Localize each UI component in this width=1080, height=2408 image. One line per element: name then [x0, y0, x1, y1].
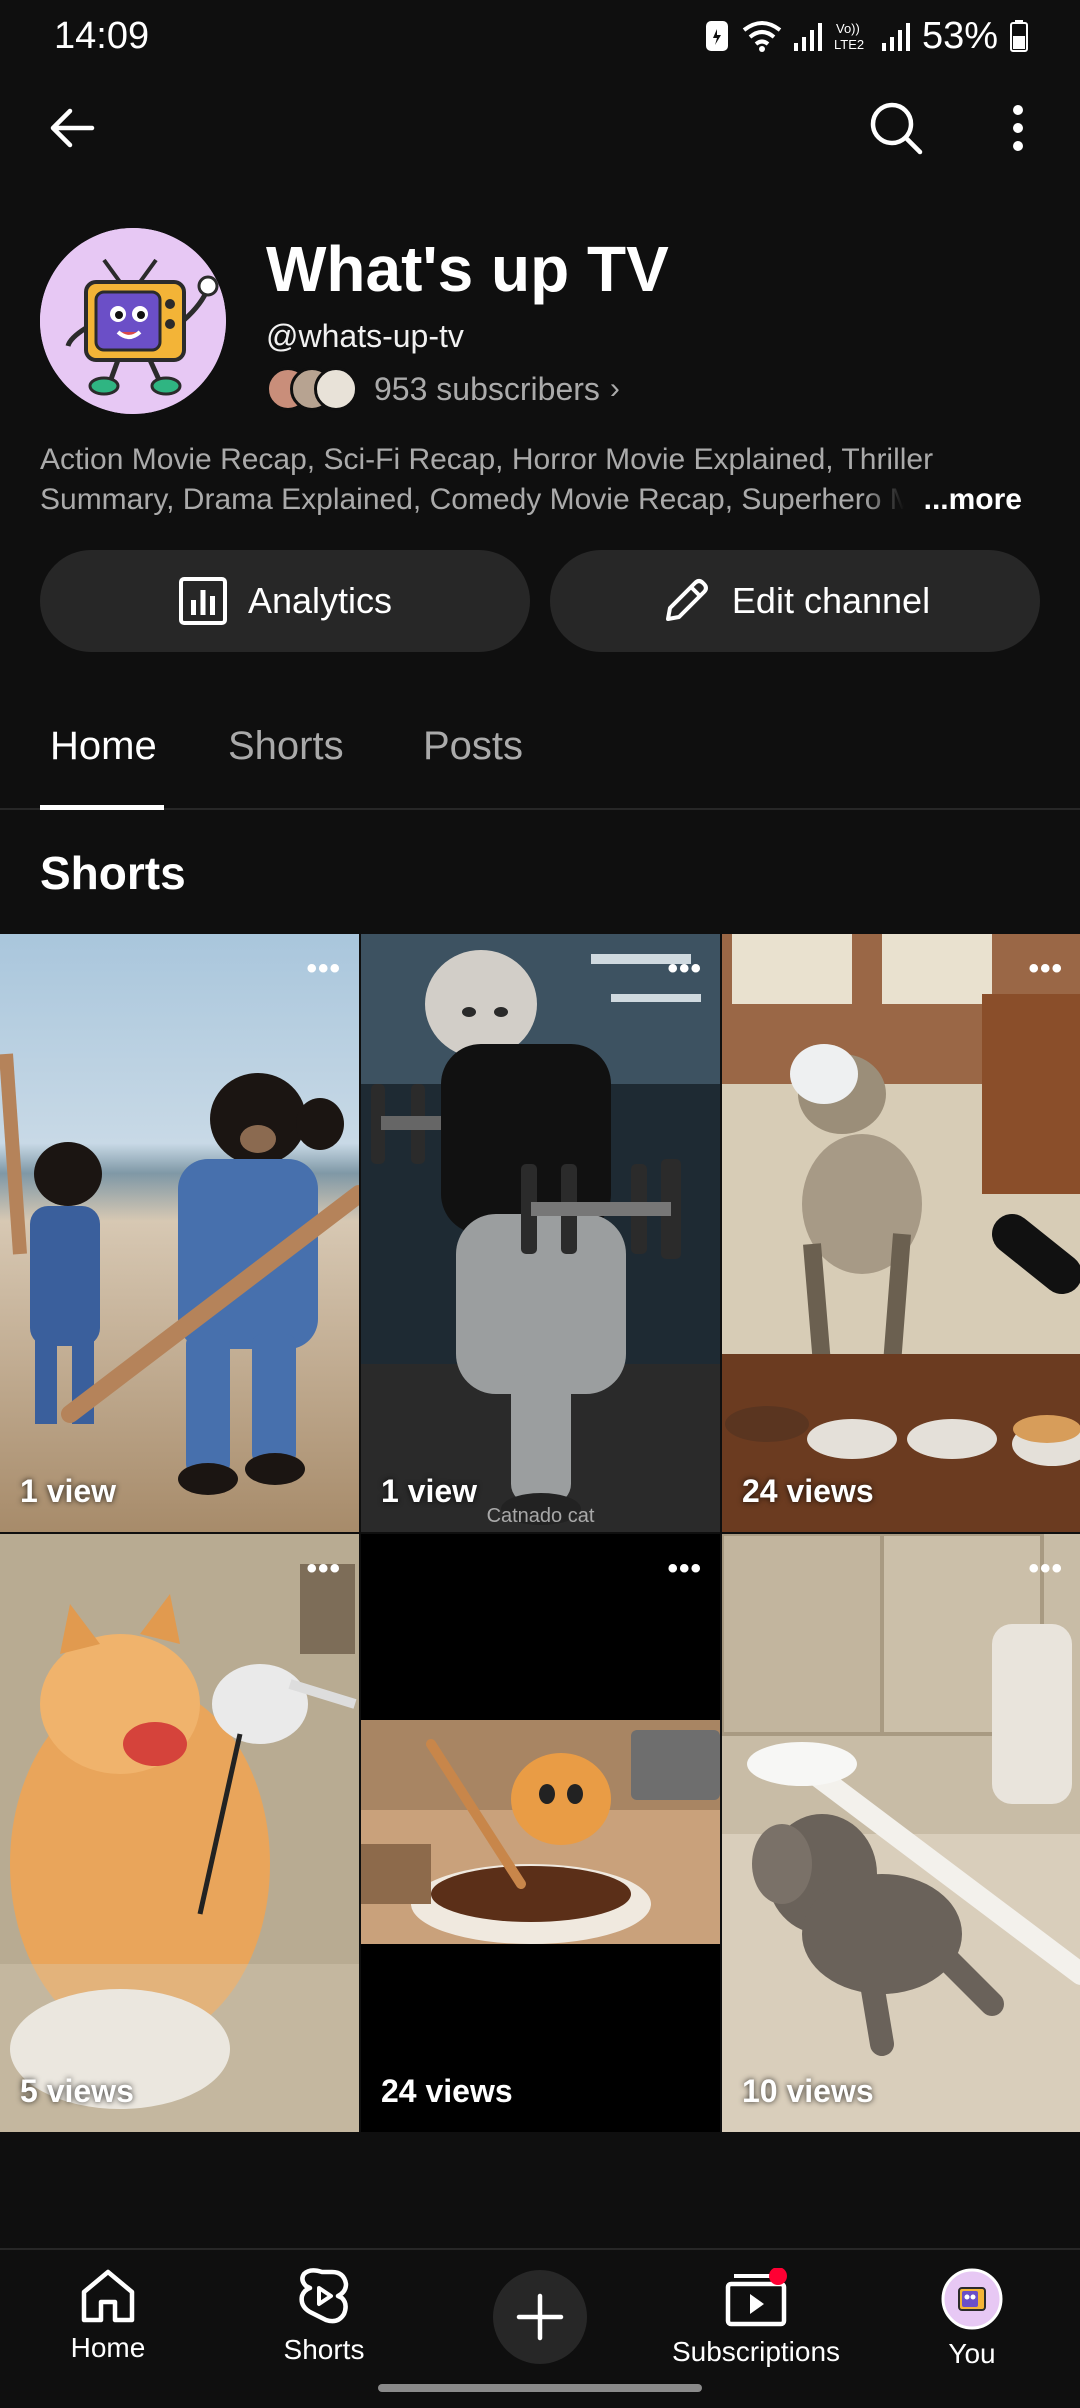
kitten-stirring-chocolate-thumbnail [361, 1534, 720, 2132]
channel-name: What's up TV [266, 233, 669, 305]
edit-channel-button[interactable]: Edit channel [550, 550, 1040, 652]
signal-icon-2 [881, 23, 910, 51]
svg-text:LTE2: LTE2 [834, 37, 864, 52]
nav-subscriptions[interactable]: Subscriptions [656, 2268, 856, 2368]
nav-home[interactable]: Home [8, 2268, 208, 2364]
short-menu-icon[interactable]: ••• [306, 1552, 341, 1586]
video-watermark: Catnado cat [486, 1505, 595, 1527]
subscriptions-icon [725, 2268, 787, 2327]
shorts-icon [299, 2268, 349, 2324]
nav-shorts[interactable]: Shorts [224, 2268, 424, 2366]
gesture-navigation-bar[interactable] [378, 2384, 702, 2392]
status-bar: 14:09 Vo)) LTE2 53% [0, 0, 1080, 72]
status-time: 14:09 [54, 14, 150, 57]
short-tile[interactable]: ••• 1 view [0, 934, 359, 1532]
cat-drinking-tea-thumbnail [722, 934, 1080, 1532]
active-tab-indicator [40, 805, 164, 810]
analytics-icon [178, 577, 227, 625]
tv-mascot-icon [40, 228, 226, 414]
volte-icon: Vo))LTE2 [834, 21, 864, 52]
cat-lifting-weights-thumbnail [361, 934, 720, 1532]
cat-biting-lamp-thumbnail [0, 1534, 359, 2132]
tab-posts[interactable]: Posts [423, 724, 523, 769]
nav-you-label: You [948, 2338, 996, 2369]
subscribers-link[interactable]: 953 subscribers › [266, 366, 620, 412]
search-button[interactable] [856, 88, 936, 168]
wifi-icon [742, 21, 782, 52]
battery-icon [1010, 20, 1028, 52]
nav-you[interactable]: You [872, 2268, 1072, 2370]
short-views: 24 views [742, 1473, 874, 1509]
analytics-button[interactable]: Analytics [40, 550, 530, 652]
back-button[interactable] [32, 88, 112, 168]
description-line: Action Movie Recap, Sci-Fi Recap, Horror… [40, 443, 934, 476]
create-button[interactable] [493, 2270, 587, 2364]
subscriber-avatars [266, 367, 360, 411]
short-views: 1 view [20, 1473, 117, 1509]
short-tile[interactable]: ••• 5 views [0, 1534, 359, 2132]
profile-avatar-icon [941, 2268, 1003, 2330]
subscriber-avatar [314, 367, 358, 411]
baby-elephant-toothbrush-thumbnail [722, 1534, 1080, 2132]
short-tile[interactable]: ••• 1 view Catnado cat [361, 934, 720, 1532]
data-saver-icon [705, 21, 728, 51]
subscriber-count: 953 subscribers [374, 370, 600, 407]
nav-shorts-label: Shorts [283, 2334, 365, 2365]
short-views: 5 views [20, 2073, 134, 2109]
short-menu-icon[interactable]: ••• [667, 952, 702, 986]
tab-home[interactable]: Home [50, 724, 157, 769]
channel-description[interactable]: Action Movie Recap, Sci-Fi Recap, Horror… [40, 440, 1040, 520]
short-menu-icon[interactable]: ••• [667, 1552, 702, 1586]
short-views: 10 views [742, 2073, 874, 2109]
short-views: 24 views [381, 2073, 513, 2109]
channel-tabs: Home Shorts Posts [0, 688, 1080, 810]
short-menu-icon[interactable]: ••• [1028, 1552, 1063, 1586]
analytics-label: Analytics [247, 580, 393, 621]
short-tile[interactable]: ••• 24 views [722, 934, 1080, 1532]
edit-channel-label: Edit channel [731, 580, 931, 621]
pencil-icon [665, 579, 708, 621]
short-tile[interactable]: ••• 24 views [361, 1534, 720, 2132]
signal-icon [793, 23, 822, 51]
battery-percent: 53% [921, 14, 998, 57]
short-tile[interactable]: ••• 10 views [722, 1534, 1080, 2132]
home-icon [81, 2269, 135, 2323]
short-menu-icon[interactable]: ••• [1028, 952, 1063, 986]
status-icons: Vo)) LTE2 53% [704, 15, 1028, 58]
short-menu-icon[interactable]: ••• [306, 952, 341, 986]
more-link[interactable]: ...more [863, 480, 1022, 520]
shorts-section-title: Shorts [40, 847, 186, 899]
chevron-right-icon: › [609, 372, 620, 405]
nav-subscriptions-label: Subscriptions [671, 2336, 841, 2367]
more-options-button[interactable] [978, 88, 1058, 168]
svg-text:Vo)): Vo)) [836, 21, 860, 36]
channel-avatar[interactable] [40, 228, 226, 414]
bears-running-thumbnail [0, 934, 359, 1532]
tab-shorts[interactable]: Shorts [228, 724, 344, 769]
search-icon [870, 102, 923, 155]
channel-handle: @whats-up-tv [266, 318, 464, 354]
plus-icon [516, 2293, 564, 2341]
more-vert-icon [1013, 105, 1023, 151]
arrow-left-icon [50, 108, 95, 148]
nav-home-label: Home [70, 2332, 146, 2363]
